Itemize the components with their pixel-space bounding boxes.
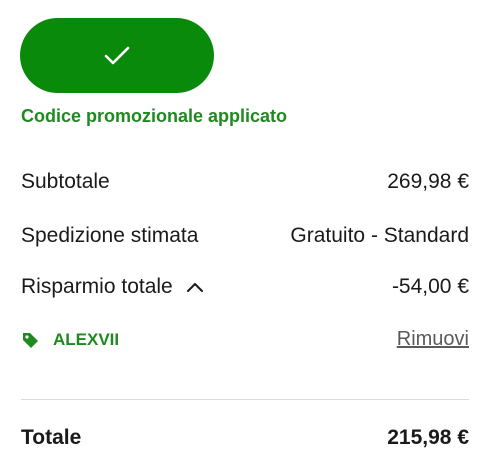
promo-applied-message: Codice promozionale applicato — [21, 106, 288, 126]
promo-code-row: ALEXVII Rimuovi — [21, 328, 469, 351]
tag-icon — [21, 331, 39, 349]
promo-code: ALEXVII — [53, 329, 120, 349]
check-icon — [103, 45, 131, 67]
shipping-label: Spedizione stimata — [21, 224, 199, 247]
savings-label-wrap: Risparmio totale — [21, 275, 205, 299]
promo-applied-button[interactable] — [20, 18, 214, 93]
shipping-row: Spedizione stimata Gratuito - Standard — [21, 224, 469, 248]
subtotal-row: Subtotale 269,98 € — [21, 170, 469, 194]
total-label: Totale — [21, 426, 82, 449]
chevron-up-icon[interactable] — [185, 281, 205, 293]
total-row: Totale 215,98 € — [21, 426, 469, 450]
savings-row: Risparmio totale -54,00 € — [21, 275, 469, 299]
savings-value: -54,00 € — [391, 275, 469, 298]
subtotal-label: Subtotale — [21, 170, 110, 193]
remove-promo-link[interactable]: Rimuovi — [397, 328, 469, 351]
subtotal-value: 269,98 € — [387, 170, 469, 193]
promo-code-wrap: ALEXVII — [21, 330, 119, 350]
divider — [21, 399, 469, 400]
savings-label: Risparmio totale — [21, 275, 173, 298]
shipping-value: Gratuito - Standard — [290, 224, 469, 247]
total-value: 215,98 € — [387, 426, 469, 449]
